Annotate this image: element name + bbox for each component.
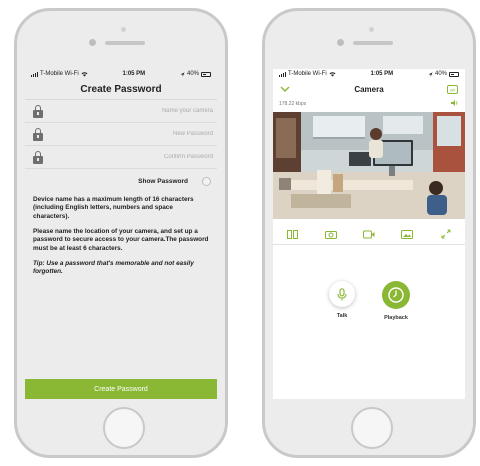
- front-camera: [337, 39, 344, 46]
- info-name-rules: Device name has a maximum length of 16 c…: [33, 196, 194, 220]
- camera-name-input[interactable]: [63, 108, 213, 114]
- camera-screen: T-Mobile Wi-Fi 1:05 PM 40% Camera on 178…: [273, 69, 465, 399]
- camera-name-row[interactable]: [25, 100, 217, 123]
- talk-button[interactable]: Talk: [322, 281, 362, 321]
- talk-label: Talk: [336, 313, 348, 319]
- earpiece-speaker: [105, 41, 145, 45]
- status-bar: T-Mobile Wi-Fi 1:05 PM 40%: [273, 69, 465, 79]
- settings-icon[interactable]: on: [447, 83, 459, 95]
- earpiece-speaker: [353, 41, 393, 45]
- lock-icon: [33, 104, 43, 118]
- clock: 1:05 PM: [122, 71, 146, 77]
- svg-text:on: on: [450, 87, 456, 92]
- live-camera-feed[interactable]: [273, 112, 465, 219]
- page-title: Camera: [354, 84, 384, 94]
- status-bar: T-Mobile Wi-Fi 1:05 PM 40%: [25, 69, 217, 79]
- playback-clock-icon[interactable]: [382, 281, 410, 309]
- camera-actions: Talk Playback: [273, 281, 465, 321]
- show-password-label: Show Password: [138, 177, 188, 185]
- info-tip: Tip: Use a password that's memorable and…: [33, 259, 194, 276]
- show-password-toggle[interactable]: [202, 176, 211, 186]
- proximity-sensor: [369, 27, 374, 32]
- phone-camera: T-Mobile Wi-Fi 1:05 PM 40% Camera on 178…: [262, 8, 476, 458]
- carrier-label: T-Mobile Wi-Fi: [288, 71, 327, 77]
- show-password-row[interactable]: Show Password: [25, 172, 217, 190]
- wifi-icon: [81, 71, 88, 76]
- signal-icon: [279, 71, 286, 77]
- lock-icon: [33, 127, 43, 141]
- signal-icon: [31, 71, 38, 77]
- page-title: Create Password: [80, 83, 162, 95]
- new-password-input[interactable]: [63, 131, 213, 137]
- chevron-down-icon[interactable]: [279, 83, 291, 95]
- phone-create-password: T-Mobile Wi-Fi 1:05 PM 40% Create Passwo…: [14, 8, 228, 458]
- home-button[interactable]: [103, 407, 145, 449]
- battery-percent: 40%: [186, 71, 199, 77]
- gallery-icon[interactable]: [400, 228, 414, 240]
- carrier-label: T-Mobile Wi-Fi: [40, 71, 79, 77]
- confirm-password-input[interactable]: [63, 154, 213, 160]
- nav-bar: Camera on: [273, 79, 465, 99]
- stream-info-row: 178.22 kbps: [273, 99, 465, 109]
- speaker-icon[interactable]: [450, 99, 459, 109]
- nav-bar: Create Password: [25, 79, 217, 100]
- info-text: Device name has a maximum length of 16 c…: [25, 190, 217, 277]
- location-arrow-icon: [428, 72, 433, 76]
- lock-icon: [33, 150, 43, 164]
- battery-icon: [201, 71, 211, 77]
- wifi-icon: [329, 71, 336, 76]
- playback-label: Playback: [384, 315, 408, 321]
- playback-button[interactable]: Playback: [376, 281, 416, 321]
- snapshot-icon[interactable]: [324, 228, 338, 240]
- location-arrow-icon: [180, 72, 185, 76]
- info-password-rules: Please name the location of your camera,…: [33, 227, 209, 252]
- bitrate-label: 178.22 kbps: [279, 101, 307, 107]
- battery-icon: [449, 71, 459, 77]
- microphone-icon[interactable]: [329, 281, 355, 307]
- confirm-password-row[interactable]: [25, 146, 217, 169]
- create-password-screen: T-Mobile Wi-Fi 1:05 PM 40% Create Passwo…: [25, 69, 217, 399]
- front-camera: [89, 39, 96, 46]
- split-view-icon[interactable]: [285, 228, 299, 240]
- create-password-button[interactable]: Create Password: [25, 379, 217, 399]
- battery-percent: 40%: [434, 71, 447, 77]
- new-password-row[interactable]: [25, 123, 217, 146]
- proximity-sensor: [121, 27, 126, 32]
- camera-toolbar: [273, 224, 465, 245]
- home-button[interactable]: [351, 407, 393, 449]
- clock: 1:05 PM: [370, 71, 394, 77]
- fullscreen-icon[interactable]: [439, 228, 453, 240]
- record-icon[interactable]: [362, 228, 376, 240]
